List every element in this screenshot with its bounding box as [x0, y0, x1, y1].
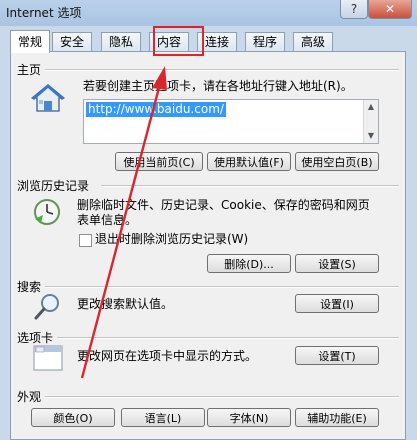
delete-on-exit-label: 退出时删除浏览历史记录(W) — [95, 232, 249, 246]
history-delete-button[interactable]: 删除(D)... — [207, 254, 291, 273]
general-panel: 主页 若要创建主页选项卡，请在各地址行键入地址(R)。 http://www.b… — [10, 51, 406, 440]
tabs-settings-button[interactable]: 设置(T) — [295, 346, 379, 365]
home-url-text: http://www.baidu.com/ — [86, 102, 226, 117]
search-settings-button[interactable]: 设置(I) — [295, 294, 379, 313]
help-button[interactable]: ? — [340, 0, 368, 19]
tab-content[interactable]: 内容 — [149, 32, 190, 51]
languages-button[interactable]: 语言(L) — [121, 408, 205, 427]
tabs-separator — [57, 337, 399, 339]
home-description: 若要创建主页选项卡，请在各地址行键入地址(R)。 — [83, 79, 353, 93]
history-separator — [101, 185, 399, 187]
tab-programs[interactable]: 程序 — [245, 32, 286, 51]
close-button[interactable]: ✕ — [368, 0, 412, 19]
history-description-line1: 删除临时文件、历史记录、Cookie、保存的密码和网页 — [77, 198, 370, 212]
tabs-description: 更改网页在选项卡中显示的方式。 — [77, 349, 258, 363]
delete-on-exit-checkbox[interactable] — [79, 234, 92, 247]
history-settings-button[interactable]: 设置(S) — [295, 254, 379, 273]
history-clock-icon — [34, 199, 60, 225]
history-description-line2: 表单信息。 — [77, 213, 138, 227]
home-url-scrollbar[interactable]: ▲ ▼ — [363, 100, 378, 143]
history-group-title: 浏览历史记录 — [17, 179, 90, 193]
accessibility-button[interactable]: 辅助功能(E) — [295, 408, 379, 427]
colors-button[interactable]: 颜色(O) — [31, 408, 115, 427]
tab-connections[interactable]: 连接 — [197, 32, 238, 51]
use-default-button[interactable]: 使用默认值(F) — [207, 152, 291, 171]
scroll-up-icon[interactable]: ▲ — [364, 101, 378, 113]
scroll-down-icon[interactable]: ▼ — [364, 130, 378, 142]
home-group-title: 主页 — [17, 63, 42, 77]
tab-privacy[interactable]: 隐私 — [101, 32, 142, 51]
search-description: 更改搜索默认值。 — [77, 297, 174, 311]
house-icon — [31, 84, 65, 112]
use-current-button[interactable]: 使用当前页(C) — [115, 152, 203, 171]
magnifier-icon — [34, 294, 59, 320]
search-separator — [45, 286, 399, 288]
appearance-group-title: 外观 — [17, 390, 42, 404]
tab-general[interactable]: 常规 — [10, 30, 51, 53]
home-separator — [45, 69, 399, 71]
tab-security[interactable]: 安全 — [52, 32, 93, 51]
tabs-group-title: 选项卡 — [17, 331, 54, 345]
use-blank-button[interactable]: 使用空白页(B) — [295, 152, 379, 171]
tabs-window-icon — [33, 345, 63, 371]
window-title: Internet 选项 — [6, 6, 82, 20]
title-bar: Internet 选项 ? ✕ — [0, 0, 417, 26]
tab-advanced[interactable]: 高级 — [293, 32, 334, 51]
fonts-button[interactable]: 字体(N) — [207, 408, 291, 427]
appearance-separator — [45, 396, 399, 398]
home-url-field[interactable]: http://www.baidu.com/ ▲ ▼ — [83, 99, 379, 144]
